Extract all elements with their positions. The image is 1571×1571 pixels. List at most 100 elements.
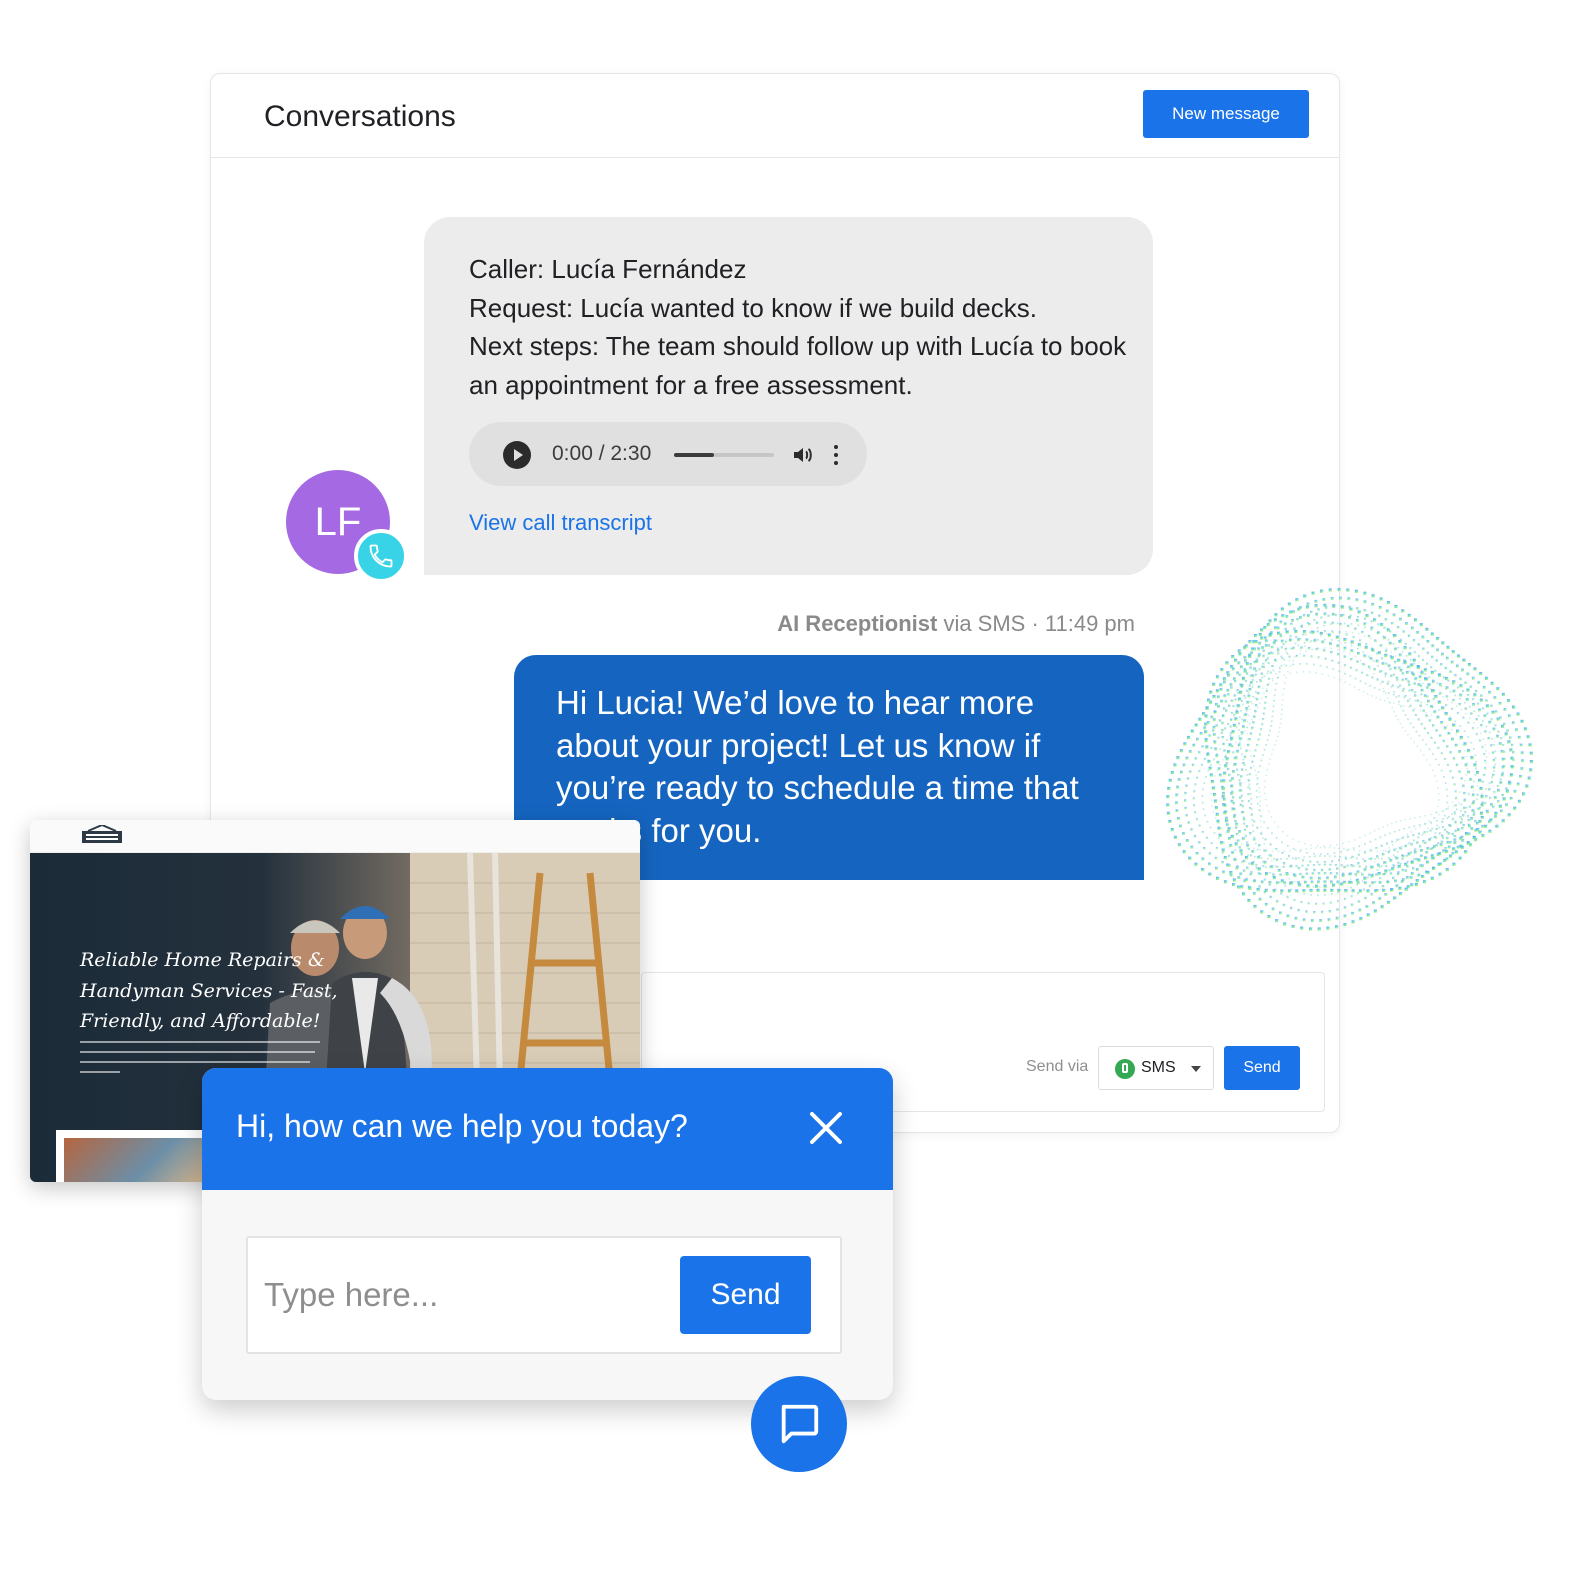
swirl-dot — [1446, 801, 1449, 804]
swirl-dot — [1490, 718, 1493, 721]
swirl-dot — [1247, 738, 1249, 741]
swirl-dot — [1301, 875, 1305, 879]
swirl-dot — [1278, 666, 1281, 669]
swirl-dot — [1494, 724, 1497, 727]
swirl-dot — [1272, 710, 1274, 713]
swirl-dot — [1404, 845, 1407, 847]
swirl-dot — [1423, 668, 1427, 672]
swirl-dot — [1376, 869, 1379, 871]
swirl-dot — [1289, 635, 1292, 638]
swirl-dot — [1241, 734, 1243, 736]
swirl-dot — [1231, 851, 1235, 855]
chat-send-button[interactable]: Send — [680, 1256, 811, 1334]
swirl-dot — [1357, 651, 1360, 655]
swirl-dot — [1278, 731, 1280, 733]
swirl-dot — [1255, 698, 1259, 701]
swirl-dot — [1332, 631, 1334, 634]
swirl-dot — [1381, 644, 1383, 646]
chat-message-input[interactable] — [264, 1260, 664, 1330]
swirl-dot — [1419, 704, 1422, 708]
swirl-dot — [1323, 624, 1326, 627]
chat-launcher-button[interactable] — [751, 1376, 847, 1472]
swirl-dot — [1451, 832, 1455, 836]
swirl-dot — [1306, 602, 1310, 606]
swirl-dot — [1445, 686, 1449, 690]
swirl-dot — [1323, 845, 1325, 847]
swirl-dot — [1421, 864, 1424, 868]
swirl-dot — [1245, 749, 1248, 753]
swirl-dot — [1370, 626, 1374, 630]
swirl-dot — [1250, 700, 1252, 703]
swirl-dot — [1274, 613, 1278, 617]
swirl-dot — [1369, 832, 1371, 834]
swirl-dot — [1267, 662, 1270, 665]
swirl-dot — [1408, 689, 1411, 692]
swirl-dot — [1252, 892, 1256, 895]
swirl-dot — [1269, 854, 1272, 857]
volume-icon[interactable] — [791, 443, 815, 467]
swirl-dot — [1510, 765, 1514, 769]
swirl-dot — [1311, 591, 1315, 595]
swirl-dot — [1254, 634, 1258, 638]
swirl-dot — [1263, 821, 1266, 824]
swirl-dot — [1201, 857, 1205, 861]
swirl-dot — [1497, 800, 1500, 803]
swirl-dot — [1299, 872, 1302, 876]
swirl-dot — [1249, 873, 1252, 876]
swirl-dot — [1280, 889, 1284, 893]
swirl-dot — [1365, 643, 1368, 646]
swirl-dot — [1300, 848, 1302, 851]
view-call-transcript-link[interactable]: View call transcript — [469, 510, 652, 536]
swirl-dot — [1359, 837, 1361, 839]
swirl-dot — [1288, 655, 1291, 658]
swirl-dot — [1213, 799, 1218, 803]
swirl-dot — [1373, 618, 1377, 622]
swirl-dot — [1333, 677, 1335, 679]
swirl-dot — [1185, 756, 1189, 760]
swirl-dot — [1350, 640, 1354, 644]
swirl-dot — [1412, 839, 1415, 842]
swirl-dot — [1497, 788, 1500, 792]
swirl-dot — [1262, 649, 1265, 653]
swirl-dot — [1226, 830, 1230, 833]
swirl-dot — [1462, 716, 1465, 719]
swirl-dot — [1207, 759, 1211, 763]
swirl-dot — [1300, 883, 1302, 885]
swirl-dot — [1310, 610, 1313, 614]
swirl-dot — [1329, 845, 1332, 847]
swirl-dot — [1453, 841, 1457, 845]
swirl-dot — [1481, 707, 1485, 710]
swirl-dot — [1356, 857, 1358, 860]
more-vert-icon[interactable] — [831, 443, 841, 467]
swirl-dot — [1244, 730, 1246, 732]
swirl-dot — [1371, 676, 1374, 679]
swirl-dot — [1241, 676, 1246, 680]
audio-seek-bar[interactable] — [674, 453, 774, 457]
swirl-dot — [1428, 839, 1431, 842]
close-icon[interactable] — [808, 1110, 844, 1146]
swirl-dot — [1373, 830, 1376, 832]
swirl-dot — [1384, 873, 1387, 876]
send-button[interactable]: Send — [1224, 1046, 1300, 1090]
swirl-dot — [1376, 889, 1379, 892]
swirl-dot — [1529, 751, 1533, 755]
swirl-dot — [1269, 843, 1272, 846]
swirl-dot — [1472, 748, 1475, 750]
swirl-dot — [1425, 677, 1429, 681]
swirl-dot — [1435, 659, 1438, 662]
swirl-dot — [1332, 885, 1334, 887]
swirl-dot — [1478, 819, 1482, 824]
swirl-dot — [1445, 695, 1449, 698]
new-message-button[interactable]: New message — [1143, 90, 1309, 138]
swirl-dot — [1403, 661, 1407, 665]
channel-select[interactable]: SMS — [1098, 1046, 1214, 1090]
swirl-dot — [1469, 717, 1471, 719]
swirl-dot — [1474, 754, 1477, 757]
swirl-dot — [1501, 724, 1505, 728]
swirl-dot — [1428, 820, 1431, 823]
swirl-dot — [1263, 890, 1267, 894]
swirl-dot — [1244, 644, 1248, 648]
play-icon[interactable] — [503, 441, 531, 469]
swirl-dot — [1296, 618, 1299, 621]
swirl-dot — [1256, 783, 1258, 786]
